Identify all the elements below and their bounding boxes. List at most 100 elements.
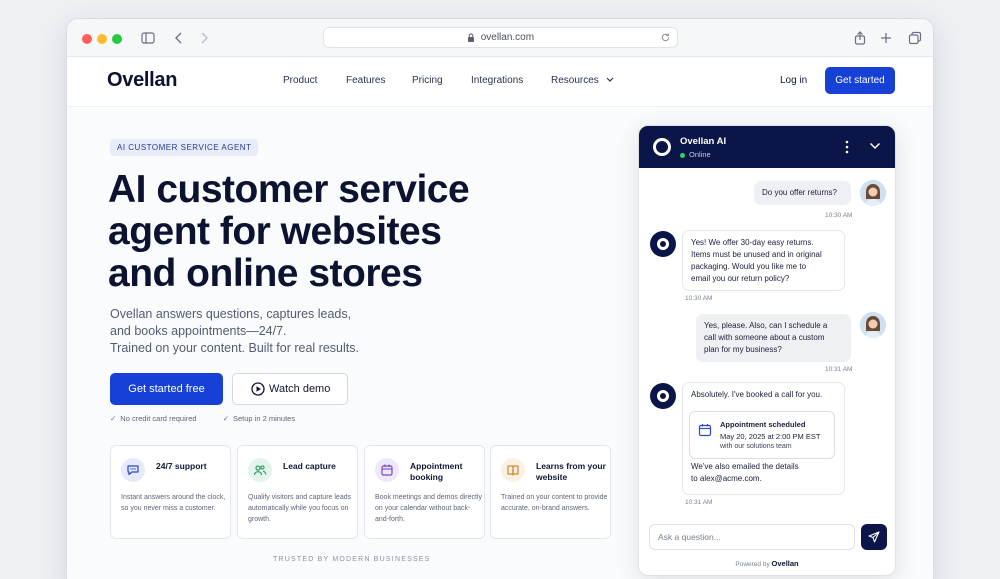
- bot-avatar: [650, 383, 676, 409]
- calendar-icon: [698, 424, 712, 437]
- feature-title: 24/7 support: [156, 461, 207, 471]
- tabs-overview-icon[interactable]: [907, 30, 923, 46]
- nav-link-integrations[interactable]: Integrations: [471, 75, 523, 86]
- nav-link-pricing[interactable]: Pricing: [412, 75, 443, 86]
- book-icon: [501, 458, 525, 482]
- feature-title: Learns from your website: [536, 461, 606, 482]
- check-label: Setup in 2 minutes: [232, 414, 296, 423]
- feature-desc: Instant answers around the clock, so you…: [121, 494, 226, 512]
- powered-by: Powered by Ovellan: [639, 559, 895, 568]
- check-label: No credit card required: [120, 414, 197, 423]
- appointment-with: with our solutions team: [720, 443, 792, 450]
- reload-icon[interactable]: [660, 32, 671, 43]
- check-item: ✓ Setup in 2 minutes: [223, 414, 307, 423]
- chat-widget: Ovellan AI Online Do you offer returns? …: [638, 125, 896, 576]
- login-link[interactable]: Log in: [780, 75, 807, 86]
- close-window-button[interactable]: [82, 34, 92, 44]
- bot-avatar: [650, 231, 676, 257]
- hero-checks: ✓ No credit card required ✓ Setup in 2 min…: [110, 414, 319, 423]
- subtitle-line: Trained on your content. Built for real …: [110, 341, 359, 355]
- address-url: ovellan.com: [480, 32, 535, 43]
- chat-question-input[interactable]: Ask a question...: [649, 524, 855, 550]
- feature-card-booking: Appointment booking Book meetings and de…: [364, 445, 485, 539]
- more-options-icon[interactable]: [845, 140, 849, 154]
- appointment-card[interactable]: Appointment scheduled May 20, 2025 at 2:…: [689, 411, 835, 459]
- online-dot-icon: [680, 152, 685, 158]
- hero-subtitle: Ovellan answers questions, captures lead…: [110, 306, 380, 357]
- hero-badge: AI CUSTOMER SERVICE AGENT: [110, 139, 259, 156]
- minimize-window-button[interactable]: [97, 34, 107, 44]
- message-line: Yes! We offer 30-day easy returns.: [691, 238, 814, 247]
- lock-icon: [467, 33, 474, 42]
- appointment-title: Appointment scheduled: [720, 420, 806, 429]
- site-navbar: Ovellan Product Features Pricing Integra…: [67, 57, 933, 107]
- maximize-window-button[interactable]: [112, 34, 122, 44]
- headline-line: agent for websites: [108, 210, 442, 253]
- bot-message: Yes! We offer 30-day easy returns. Items…: [682, 230, 845, 291]
- sidebar-icon[interactable]: [140, 30, 156, 46]
- message-line: plan for my business?: [704, 345, 782, 354]
- headline-line: and online stores: [108, 252, 423, 295]
- message-line: Yes, please. Also, can I schedule a: [704, 321, 828, 330]
- message-outro: We've also emailed the details to alex@a…: [691, 461, 799, 485]
- back-arrow-icon[interactable]: [171, 30, 187, 46]
- watch-demo-label: Watch demo: [269, 383, 331, 395]
- collapse-chevron-icon[interactable]: [869, 142, 881, 150]
- message-timestamp: 10:31 AM: [825, 366, 853, 373]
- message-line: We've also emailed the details: [691, 462, 799, 471]
- feature-card-learns: Learns from your website Trained on your…: [490, 445, 611, 539]
- send-icon: [868, 531, 880, 543]
- message-line: packaging. Would you like me to: [691, 262, 807, 271]
- address-bar[interactable]: ovellan.com: [323, 27, 678, 48]
- feature-card-leads: Lead capture Qualify visitors and captur…: [237, 445, 358, 539]
- subtitle-line: Ovellan answers questions, captures lead…: [110, 307, 352, 321]
- check-icon: ✓: [110, 414, 117, 423]
- nav-link-features[interactable]: Features: [346, 75, 385, 86]
- trusted-by-label: TRUSTED BY MODERN BUSINESSES: [273, 556, 431, 563]
- message-line: to alex@acme.com.: [691, 474, 762, 483]
- send-button[interactable]: [861, 524, 887, 550]
- chat-icon: [121, 458, 145, 482]
- get-started-free-button[interactable]: Get started free: [110, 373, 223, 405]
- user-message: Do you offer returns?: [754, 181, 851, 205]
- message-line: Absolutely. I've booked a call for you.: [691, 390, 823, 399]
- appointment-datetime: May 20, 2025 at 2:00 PM EST: [720, 432, 821, 441]
- get-started-button[interactable]: Get started: [825, 67, 895, 94]
- user-avatar: [860, 180, 886, 206]
- new-tab-icon[interactable]: [878, 30, 894, 46]
- check-item: ✓ No credit card required: [110, 414, 209, 423]
- feature-title: Appointment booking: [410, 461, 463, 482]
- play-icon: [251, 382, 265, 396]
- watch-demo-button[interactable]: Watch demo: [232, 373, 348, 405]
- message-line: Items must be unused and in original: [691, 250, 822, 259]
- feature-desc: Qualify visitors and capture leads autom…: [248, 494, 352, 523]
- headline-line: AI customer service: [108, 168, 470, 211]
- hero-headline: AI customer service agent for websites a…: [108, 169, 528, 295]
- browser-titlebar: ovellan.com: [67, 19, 933, 57]
- powered-by-brand: Ovellan: [771, 559, 799, 568]
- subtitle-line: and books appointments—24/7.: [110, 324, 287, 338]
- chevron-down-icon: [606, 77, 614, 83]
- message-line: call with someone about a custom: [704, 333, 825, 342]
- message-timestamp: 10:31 AM: [685, 499, 713, 506]
- chat-status: Online: [680, 150, 711, 159]
- feature-title: Lead capture: [283, 461, 336, 471]
- chat-bot-name: Ovellan AI: [680, 136, 727, 147]
- chat-header: Ovellan AI Online: [639, 126, 895, 168]
- message-timestamp: 10:30 AM: [685, 295, 713, 302]
- forward-arrow-icon[interactable]: [196, 30, 212, 46]
- bot-logo-icon: [653, 138, 671, 156]
- nav-link-resources[interactable]: Resources: [551, 75, 614, 86]
- users-icon: [248, 458, 272, 482]
- share-icon[interactable]: [852, 30, 868, 46]
- user-message: Yes, please. Also, can I schedule a call…: [696, 314, 851, 362]
- feature-desc: Trained on your content to provide accur…: [501, 494, 608, 512]
- browser-window: ovellan.com Ovellan Product Features Pri…: [66, 18, 934, 579]
- message-timestamp: 10:30 AM: [825, 212, 853, 219]
- site-logo[interactable]: Ovellan: [107, 69, 177, 92]
- nav-link-product[interactable]: Product: [283, 75, 317, 86]
- feature-card-support: 24/7 support Instant answers around the …: [110, 445, 231, 539]
- nav-link-resources-label: Resources: [551, 75, 599, 86]
- user-avatar: [860, 312, 886, 338]
- powered-by-prefix: Powered by: [735, 561, 770, 568]
